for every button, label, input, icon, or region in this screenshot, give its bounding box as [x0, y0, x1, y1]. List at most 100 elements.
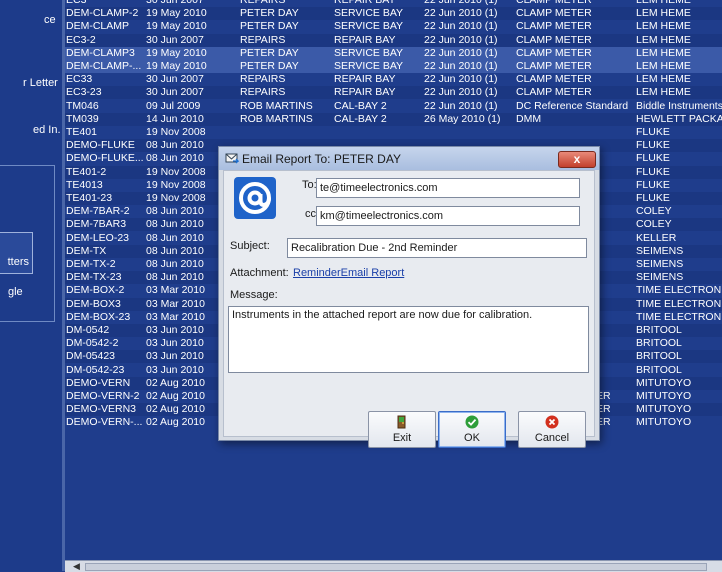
horizontal-scrollbar[interactable]: ◀: [65, 560, 722, 572]
cell-asset-id: TM039: [66, 112, 99, 125]
table-row[interactable]: TE401 19 Nov 2008 FLUKE: [65, 126, 722, 139]
cell-manufacturer: KELLER: [636, 231, 677, 244]
table-row[interactable]: EC33 30 Jun 2007 REPAIRS REPAIR BAY 22 Jun 2…: [65, 73, 722, 86]
cell-person: REPAIRS: [240, 73, 286, 86]
table-row[interactable]: EC3-2 30 Jun 2007 REPAIRS REPAIR BAY 22 Jun …: [65, 33, 722, 47]
cell-asset-id: TM046: [66, 99, 99, 112]
exit-door-icon: [397, 415, 406, 429]
cell-manufacturer: MITUTOYO: [636, 390, 692, 402]
cell-manufacturer: COLEY: [636, 218, 672, 231]
cell-description: CLAMP METER: [516, 46, 592, 59]
cell-asset-id: DEMO-FLUKE: [66, 139, 135, 152]
cc-field[interactable]: [316, 206, 580, 226]
cell-location: REPAIR BAY: [334, 33, 396, 46]
table-row[interactable]: DEM-CLAMP3 19 May 2010 PETER DAY SERVICE BA…: [65, 46, 722, 60]
message-text: Instruments in the attached report are n…: [232, 309, 533, 321]
left-panel: ce r Letter ed In. tters gle: [0, 0, 62, 571]
cell-manufacturer: TIME ELECTRONICS: [636, 284, 722, 297]
cell-location: CAL-BAY 2: [334, 99, 387, 112]
cell-manufacturer: SEIMENS: [636, 258, 684, 270]
cell-location: REPAIR BAY: [334, 73, 396, 86]
cell-location: REPAIR BAY: [334, 0, 396, 6]
cell-date: 19 Nov 2008: [146, 126, 206, 138]
cell-asset-id: DEM-7BAR-2: [66, 205, 130, 218]
cell-due-date: 22 Jun 2010 (1): [424, 33, 498, 46]
cell-location: SERVICE BAY: [334, 7, 404, 20]
letters-button-label: tters: [7, 256, 29, 268]
left-panel-fragment[interactable]: gle: [8, 286, 23, 298]
cell-date: 19 May 2010: [146, 7, 207, 20]
cell-asset-id: DEM-CLAMP-...: [66, 60, 142, 72]
cell-manufacturer: FLUKE: [636, 165, 670, 178]
cell-location: SERVICE BAY: [334, 20, 404, 33]
at-sign-icon: [234, 177, 276, 219]
cell-asset-id: DEM-BOX3: [66, 297, 121, 310]
letters-button[interactable]: tters: [0, 232, 33, 274]
cell-description: DC Reference Standard: [516, 99, 629, 112]
cell-manufacturer: FLUKE: [636, 152, 670, 165]
scrollbar-thumb[interactable]: [85, 563, 707, 571]
cancel-button[interactable]: Cancel: [518, 411, 586, 448]
cell-asset-id: EC33: [66, 73, 93, 86]
dialog-titlebar[interactable]: Email Report To: PETER DAY x: [219, 147, 599, 170]
cell-asset-id: DEM-TX-2: [66, 258, 116, 270]
cell-asset-id: TE401-2: [66, 165, 107, 178]
cell-person: PETER DAY: [240, 20, 299, 33]
left-panel-fragment[interactable]: ed In.: [33, 124, 61, 136]
to-label: To:: [302, 179, 317, 191]
cell-person: PETER DAY: [240, 60, 299, 72]
subject-field[interactable]: [287, 238, 587, 258]
table-row[interactable]: TM046 09 Jul 2009 ROB MARTINS CAL-BAY 2 22 J…: [65, 100, 722, 113]
cell-manufacturer: MITUTOYO: [636, 376, 692, 389]
to-field[interactable]: [316, 178, 580, 198]
cell-manufacturer: LEM HEME: [636, 73, 691, 86]
cell-asset-id: DM-0542-2: [66, 337, 119, 350]
left-panel-fragment[interactable]: r Letter: [23, 77, 58, 89]
cell-asset-id: TE401-23: [66, 192, 113, 204]
cell-manufacturer: BRITOOL: [636, 350, 682, 363]
cell-asset-id: DEM-CLAMP: [66, 20, 130, 33]
cell-location: CAL-BAY 2: [334, 112, 387, 125]
exit-button[interactable]: Exit: [368, 411, 436, 448]
subject-label: Subject:: [230, 240, 270, 252]
table-row[interactable]: EC3 30 Jun 2007 REPAIRS REPAIR BAY 22 Jun 20…: [65, 0, 722, 7]
attachment-link[interactable]: ReminderEmail Report: [293, 267, 404, 279]
cell-date: 19 May 2010: [146, 46, 207, 59]
cell-date: 14 Jun 2010: [146, 112, 204, 125]
scroll-left-icon[interactable]: ◀: [73, 561, 80, 572]
email-report-dialog: Email Report To: PETER DAY x To: cc: Sub…: [218, 146, 600, 448]
table-row[interactable]: DEM-CLAMP-... 19 May 2010 PETER DAY SERVICE…: [65, 60, 722, 73]
cell-manufacturer: FLUKE: [636, 139, 670, 152]
dialog-client-area: To: cc: Subject: Attachment: ReminderEma…: [223, 170, 595, 448]
table-row[interactable]: EC3-23 30 Jun 2007 REPAIRS REPAIR BAY 22 Jun…: [65, 86, 722, 100]
cell-person: REPAIRS: [240, 86, 286, 99]
cell-asset-id: DM-05423: [66, 350, 116, 363]
left-panel-fragment: ce: [44, 14, 56, 26]
cell-description: CLAMP METER: [516, 0, 592, 6]
cell-date: 30 Jun 2007: [146, 33, 204, 46]
cell-asset-id: DEMO-VERN-...: [66, 416, 143, 429]
cell-asset-id: TE401: [66, 126, 97, 138]
cell-asset-id: DM-0542: [66, 324, 110, 336]
table-row[interactable]: DEM-CLAMP-2 19 May 2010 PETER DAY SERVICE B…: [65, 7, 722, 21]
exit-button-label: Exit: [392, 432, 412, 444]
cell-manufacturer: TIME ELECTRONICS: [636, 297, 722, 310]
email-send-icon: [225, 153, 239, 164]
checkmark-icon: [465, 415, 479, 429]
cell-date: 19 May 2010: [146, 20, 207, 33]
cell-person: REPAIRS: [240, 33, 286, 46]
cell-asset-id: DEM-BOX-23: [66, 310, 131, 323]
cell-asset-id: DEM-LEO-23: [66, 231, 130, 244]
cancel-x-icon: [545, 415, 559, 429]
cell-manufacturer: Biddle Instruments: [636, 99, 722, 112]
cell-description: CLAMP METER: [516, 60, 592, 72]
close-button[interactable]: x: [558, 151, 596, 168]
table-row[interactable]: DEM-CLAMP 19 May 2010 PETER DAY SERVICE BAY…: [65, 20, 722, 33]
table-row[interactable]: TM039 14 Jun 2010 ROB MARTINS CAL-BAY 2 26 M…: [65, 112, 722, 126]
cell-asset-id: DEM-CLAMP-2: [66, 7, 139, 20]
cell-due-date: 22 Jun 2010 (1): [424, 73, 498, 86]
ok-button[interactable]: OK: [438, 411, 506, 448]
message-field[interactable]: Instruments in the attached report are n…: [228, 306, 589, 373]
cell-asset-id: EC3-2: [66, 33, 96, 46]
cell-description: CLAMP METER: [516, 7, 592, 20]
